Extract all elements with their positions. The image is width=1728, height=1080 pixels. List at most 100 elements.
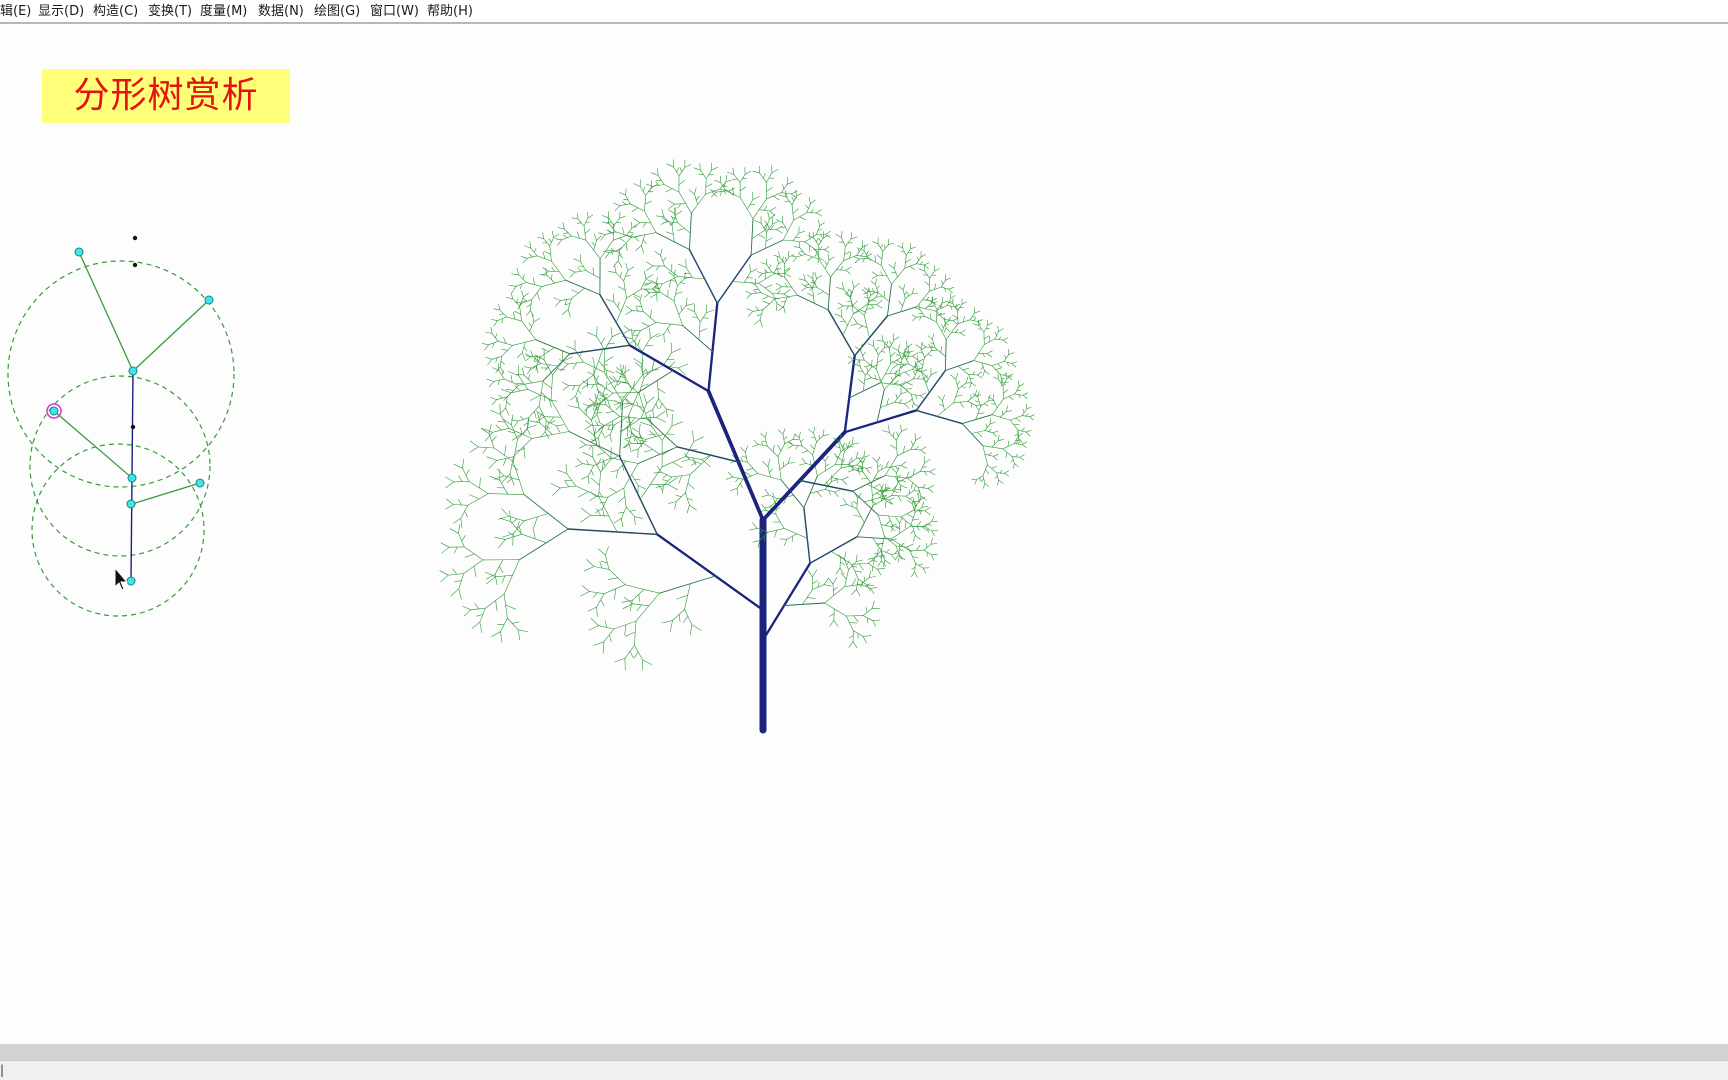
tree-branch [676, 167, 680, 173]
tree-branch [603, 628, 615, 643]
tree-branch [630, 448, 639, 452]
tree-branch [882, 244, 889, 252]
menu-edit[interactable]: 辑(E) [0, 4, 31, 20]
tree-branch [817, 219, 821, 227]
tree-branch [598, 437, 600, 447]
tree-branch [801, 286, 808, 292]
tree-branch [662, 352, 673, 366]
tree-branch [895, 553, 900, 560]
tree-branch [962, 367, 970, 371]
tree-branch [551, 267, 555, 272]
menu-display[interactable]: 显示(D) [38, 4, 84, 20]
tree-branch [1015, 417, 1021, 422]
sketch-canvas[interactable] [0, 24, 1728, 1044]
menu-window[interactable]: 窗口(W) [370, 4, 419, 20]
tree-branch [977, 431, 983, 437]
tree-branch [625, 263, 629, 271]
tree-branch [678, 263, 687, 268]
tree-branch [750, 218, 754, 256]
tree-branch [568, 268, 576, 273]
tree-branch [684, 609, 693, 626]
tree-branch [705, 183, 713, 188]
tree-branch [809, 444, 815, 450]
tree-branch [521, 367, 525, 376]
menu-graph[interactable]: 绘图(G) [314, 4, 360, 20]
tree-branch [850, 323, 858, 326]
tree-branch [898, 285, 904, 291]
tree-branch [639, 294, 643, 302]
tree-branch [914, 446, 919, 450]
tree-branch [693, 436, 704, 442]
tree-branch [609, 634, 612, 643]
tree-branch [920, 254, 927, 258]
tree-branch [588, 398, 595, 404]
tree-branch [678, 614, 681, 623]
tree-branch [668, 279, 672, 288]
tree-branch [670, 280, 677, 282]
tree-branch [815, 212, 822, 217]
tree-branch [521, 533, 547, 544]
tree-branch [521, 299, 532, 304]
tree-branch [619, 401, 624, 457]
tree-branch [526, 428, 531, 436]
tree-branch [688, 189, 695, 195]
tree-branch [592, 404, 596, 410]
tree-branch [750, 268, 758, 273]
tree-branch [663, 216, 673, 226]
tree-branch [490, 409, 501, 415]
tree-branch [745, 445, 748, 453]
tree-branch [891, 482, 899, 496]
horizontal-scrollbar[interactable] [0, 1044, 1728, 1060]
tree-branch [654, 251, 661, 256]
tree-branch [848, 382, 881, 399]
tree-branch [659, 291, 675, 302]
tree-branch [752, 540, 761, 543]
tree-branch [677, 363, 689, 369]
tree-branch [560, 298, 572, 301]
tree-branch [758, 282, 773, 294]
menu-transform[interactable]: 变换(T) [148, 4, 192, 20]
tree-branch [845, 270, 851, 275]
tree-branch [986, 350, 993, 355]
tree-branch [676, 594, 689, 600]
tree-branch [929, 471, 936, 476]
tree-branch [974, 389, 978, 397]
tree-branch [506, 316, 523, 322]
tree-branch [501, 345, 513, 357]
tree-branch [986, 353, 993, 358]
tree-branch [912, 352, 919, 357]
tree-branch [782, 219, 794, 241]
tree-branch [980, 478, 985, 482]
menu-measure[interactable]: 度量(M) [200, 4, 247, 20]
tree-branch [568, 431, 621, 457]
tree-branch [695, 195, 700, 201]
tree-branch [580, 591, 590, 597]
tree-branch [726, 171, 735, 175]
menu-construct[interactable]: 构造(C) [93, 4, 138, 20]
tree-branch [940, 345, 943, 353]
tree-branch [672, 609, 685, 621]
tree-branch [631, 310, 644, 312]
tree-branch [564, 480, 570, 488]
tree-branch [634, 516, 636, 526]
menu-help[interactable]: 帮助(H) [427, 4, 473, 20]
tree-branch [988, 452, 993, 456]
tree-branch [639, 300, 644, 312]
tree-branch [615, 272, 625, 282]
tree-branch [618, 254, 624, 259]
tree-branch [499, 414, 510, 429]
tree-branch [752, 198, 767, 219]
tree-branch [1007, 440, 1010, 447]
tree-branch [894, 380, 899, 384]
tree-branch [605, 369, 608, 379]
tree-branch [842, 498, 848, 505]
tree-branch [897, 344, 900, 352]
menu-data[interactable]: 数据(N) [258, 4, 304, 20]
tree-branch [537, 236, 544, 239]
tree-branch [675, 494, 682, 498]
tree-branch [784, 190, 787, 198]
tree-branch [897, 495, 902, 502]
tree-branch [893, 261, 896, 269]
tree-branch [809, 536, 858, 565]
tree-branch [511, 285, 517, 293]
